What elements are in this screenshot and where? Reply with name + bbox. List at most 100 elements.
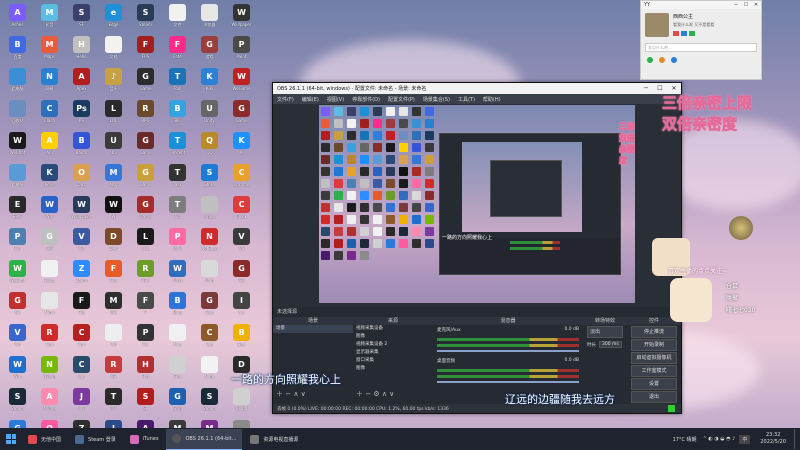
desktop-icon[interactable]: P Paint: [226, 34, 257, 66]
menu-profile[interactable]: 配置文件(P): [384, 96, 419, 103]
maximize-icon[interactable]: ☐: [741, 2, 751, 8]
desktop-icon[interactable]: U Unity: [194, 98, 225, 130]
menu-docks[interactable]: 停靠部件(D): [348, 96, 384, 103]
desktop-icon[interactable]: S SF: [66, 2, 97, 34]
desktop-icon[interactable]: W Wallpaper: [226, 2, 257, 34]
desktop-icon[interactable]: G Game: [130, 66, 161, 98]
sources-dock-controls[interactable]: ＋ − ⚙ ∧ ∨: [356, 389, 394, 399]
desktop-icon[interactable]: Vid: [98, 322, 129, 354]
desktop-icon[interactable]: Note: [194, 354, 225, 386]
desktop-icon[interactable]: N 网易: [34, 66, 65, 98]
start-recording-button[interactable]: 开始录制: [631, 339, 677, 351]
desktop-icon[interactable]: W Wallpaper: [66, 194, 97, 226]
desktop-icon[interactable]: 文档: [98, 34, 129, 66]
desktop-icon[interactable]: F File: [66, 290, 97, 322]
desktop-icon[interactable]: M Msg: [98, 162, 129, 194]
desktop-icon[interactable]: WW: [98, 194, 129, 226]
desktop-icon[interactable]: P Pic: [2, 226, 33, 258]
desktop-icon[interactable]: N Nvidia: [34, 354, 65, 386]
share-icon[interactable]: [671, 57, 677, 63]
desktop-icon[interactable]: M 初音: [34, 2, 65, 34]
desktop-icon[interactable]: O Oriz: [66, 162, 97, 194]
desktop-icon[interactable]: B Bee: [226, 322, 257, 354]
virtual-camera-button[interactable]: 启动虚拟摄像机: [631, 352, 677, 364]
desktop-icon[interactable]: R RTX: [130, 258, 161, 290]
volume-slider[interactable]: [437, 350, 579, 352]
desktop-icon[interactable]: T Task: [162, 162, 193, 194]
taskbar-item[interactable]: 资源电视直播源: [244, 429, 304, 449]
desktop-icon[interactable]: L LOL: [98, 98, 129, 130]
obs-title-bar[interactable]: OBS 26.1.1 (64-bit, windows) - 配置文件: 未命名…: [273, 83, 681, 94]
desktop-icon[interactable]: KK: [226, 130, 257, 162]
source-item[interactable]: 窗口采集: [353, 357, 433, 365]
taskbar-item[interactable]: Steam 登录: [69, 429, 122, 449]
desktop-icon[interactable]: G Game: [130, 162, 161, 194]
desktop-icon[interactable]: W WeGame: [226, 66, 257, 98]
desktop-icon[interactable]: Z Zoom: [66, 258, 97, 290]
desktop-icon[interactable]: R Red: [34, 322, 65, 354]
desktop-icon[interactable]: 此电脑: [2, 162, 33, 194]
desktop-icon[interactable]: D Dev: [98, 226, 129, 258]
emoji-icon[interactable]: [647, 57, 653, 63]
desktop-icon[interactable]: A Ashes: [2, 2, 33, 34]
close-icon[interactable]: ✕: [667, 85, 681, 92]
desktop-icon[interactable]: P Pix: [130, 322, 161, 354]
desktop-icon[interactable]: ♪ 音乐: [98, 66, 129, 98]
desktop-icon[interactable]: Mus: [162, 322, 193, 354]
desktop-icon[interactable]: G Game: [226, 98, 257, 130]
desktop-icon[interactable]: R RB: [98, 354, 129, 386]
desktop-icon[interactable]: C Chrome: [226, 162, 257, 194]
desktop-icon[interactable]: H Hat: [130, 354, 161, 386]
desktop-icon[interactable]: B 百度: [2, 34, 33, 66]
desktop-icon[interactable]: 回收站: [2, 98, 33, 130]
desktop-icon[interactable]: M MG: [98, 290, 129, 322]
desktop-icon[interactable]: V Vid: [2, 322, 33, 354]
gift-icon[interactable]: [659, 57, 665, 63]
desktop-icon[interactable]: B Blue: [162, 290, 193, 322]
desktop-icon[interactable]: S Steam: [130, 2, 161, 34]
desktop-icon[interactable]: R RPG: [130, 98, 161, 130]
desktop-icon[interactable]: I Ice: [226, 290, 257, 322]
desktop-icon[interactable]: M Maps: [34, 34, 65, 66]
desktop-icon[interactable]: 文件: [162, 2, 193, 34]
close-icon[interactable]: ✕: [751, 2, 761, 8]
desktop-icon[interactable]: W Wnd: [162, 258, 193, 290]
desktop-icon[interactable]: T TV: [98, 386, 129, 418]
stop-streaming-button[interactable]: 停止推流: [631, 326, 677, 338]
desktop-icon[interactable]: K Keys: [34, 162, 65, 194]
obs-preview-canvas[interactable]: 一路的方向照耀我心上 三倍亲密上限 双倍亲密度: [319, 105, 635, 303]
desktop-icon[interactable]: V VS: [226, 226, 257, 258]
duration-input[interactable]: 300 ms: [599, 341, 622, 348]
desktop-icon[interactable]: B Bili: [162, 98, 193, 130]
desktop-icon[interactable]: 浏览器: [194, 2, 225, 34]
desktop-icon[interactable]: Apps: [194, 194, 225, 226]
chat-input[interactable]: 发点什么吧...: [645, 43, 757, 52]
desktop-icon[interactable]: Docs: [34, 258, 65, 290]
desktop-icon[interactable]: G Game: [130, 130, 161, 162]
desktop-icon[interactable]: W WeChat: [2, 258, 33, 290]
desktop-icon[interactable]: Cloud: [226, 386, 257, 418]
desktop-icon[interactable]: B Baidu: [66, 130, 97, 162]
desktop-icon[interactable]: A Apex: [66, 66, 97, 98]
desktop-icon[interactable]: L LOL: [130, 226, 161, 258]
desktop-icon[interactable]: C Clash: [34, 98, 65, 130]
menu-help[interactable]: 帮助(H): [479, 96, 505, 103]
desktop-icon[interactable]: F Fire: [98, 258, 129, 290]
chat-contact[interactable]: 西西公主 看我什么呢 又不是看看: [641, 9, 761, 41]
desktop-icon[interactable]: C Con: [66, 322, 97, 354]
source-item[interactable]: 图像: [353, 333, 433, 341]
desktop-icon[interactable]: T Tencent: [162, 130, 193, 162]
desktop-icon[interactable]: V Vis: [66, 226, 97, 258]
source-item[interactable]: 图像: [353, 365, 433, 373]
desktop-icon[interactable]: N NetEase: [194, 226, 225, 258]
menu-scene-collection[interactable]: 场景集合(S): [419, 96, 454, 103]
desktop-icon[interactable]: e Edge: [98, 2, 129, 34]
start-icon[interactable]: [6, 434, 16, 444]
obs-window[interactable]: OBS 26.1.1 (64-bit, windows) - 配置文件: 未命名…: [272, 82, 685, 414]
desktop-icon[interactable]: C Clock: [226, 194, 257, 226]
show-desktop-button[interactable]: [794, 429, 798, 449]
source-item[interactable]: 视频采集设备: [353, 325, 433, 333]
desktop-icon[interactable]: C Car: [66, 354, 97, 386]
settings-button[interactable]: 设置: [631, 378, 677, 390]
maximize-icon[interactable]: ☐: [653, 85, 667, 92]
